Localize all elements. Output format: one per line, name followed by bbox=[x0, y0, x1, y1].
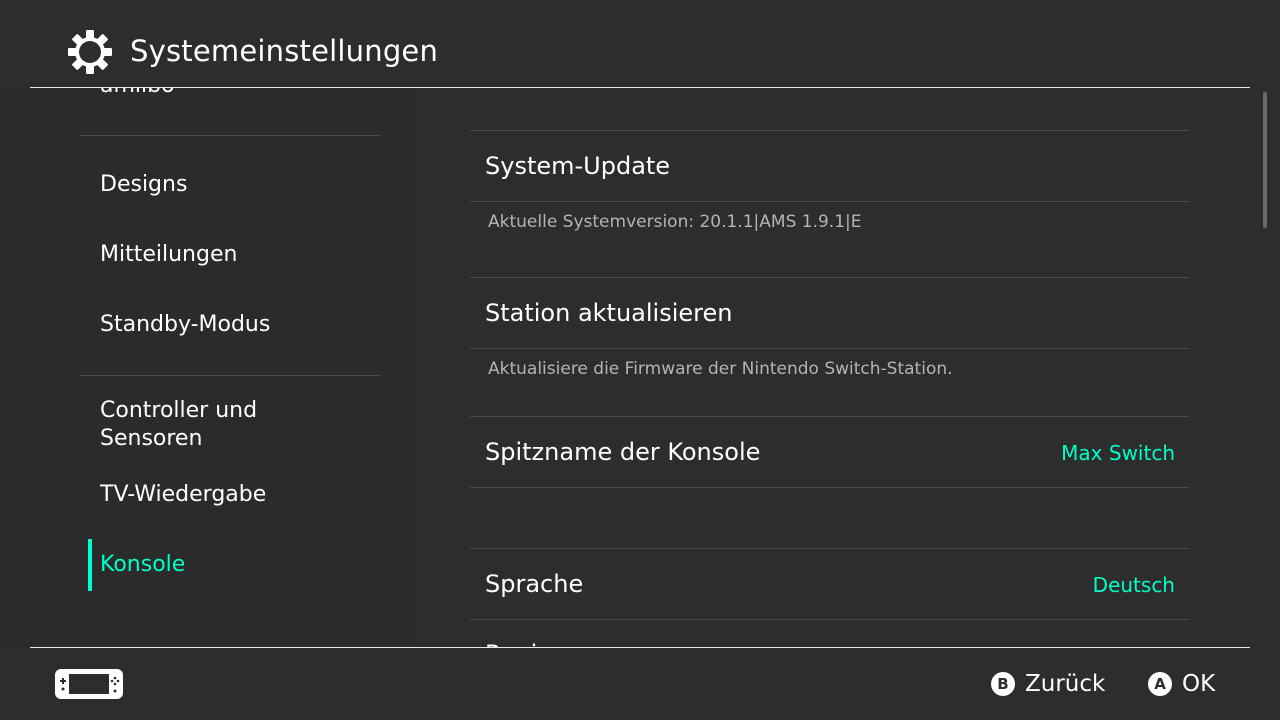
system-version-text: Aktuelle Systemversion: 20.1.1|AMS 1.9.1… bbox=[488, 212, 862, 232]
back-button[interactable]: B Zurück bbox=[991, 670, 1105, 698]
sidebar-item-controller-und-sensoren[interactable]: Controller und Sensoren bbox=[100, 397, 257, 453]
sidebar-divider bbox=[80, 375, 380, 376]
row-divider bbox=[470, 619, 1189, 620]
sidebar: amiibo Designs Mitteilungen Standby-Modu… bbox=[0, 88, 410, 647]
page-title: Systemeinstellungen bbox=[130, 34, 439, 68]
footer: B Zurück A OK bbox=[0, 648, 1280, 720]
a-button-icon: A bbox=[1148, 672, 1172, 696]
console-nickname-value: Max Switch bbox=[1061, 441, 1175, 465]
handheld-console-icon bbox=[55, 669, 123, 699]
row-divider bbox=[470, 130, 1189, 131]
language-value: Deutsch bbox=[1092, 573, 1175, 597]
b-button-icon: B bbox=[991, 672, 1015, 696]
row-system-update[interactable]: System-Update bbox=[485, 151, 670, 181]
row-region[interactable]: Region bbox=[485, 639, 567, 647]
sidebar-item-standby-modus[interactable]: Standby-Modus bbox=[100, 311, 270, 339]
gear-icon bbox=[68, 30, 112, 74]
row-divider bbox=[470, 487, 1189, 488]
row-divider bbox=[470, 548, 1189, 549]
row-divider bbox=[470, 201, 1189, 202]
sidebar-item-konsole[interactable]: Konsole bbox=[100, 551, 185, 579]
row-sprache[interactable]: Sprache bbox=[485, 569, 583, 599]
settings-list: System-Update Aktuelle Systemversion: 20… bbox=[410, 88, 1250, 647]
sidebar-item-mitteilungen[interactable]: Mitteilungen bbox=[100, 241, 237, 269]
row-divider bbox=[470, 277, 1189, 278]
back-label: Zurück bbox=[1025, 671, 1106, 697]
ok-label: OK bbox=[1182, 671, 1216, 697]
sidebar-item-amiibo[interactable]: amiibo bbox=[100, 88, 175, 100]
row-divider bbox=[470, 348, 1189, 349]
sidebar-divider bbox=[80, 135, 380, 136]
ok-button[interactable]: A OK bbox=[1148, 670, 1215, 698]
sidebar-item-tv-wiedergabe[interactable]: TV-Wiedergabe bbox=[100, 481, 266, 509]
station-description-text: Aktualisiere die Firmware der Nintendo S… bbox=[488, 359, 953, 379]
header: Systemeinstellungen bbox=[0, 0, 1280, 88]
scrollbar[interactable] bbox=[1263, 92, 1267, 228]
sidebar-item-designs[interactable]: Designs bbox=[100, 171, 187, 199]
row-console-nickname[interactable]: Spitzname der Konsole bbox=[485, 437, 760, 467]
row-station-aktualisieren[interactable]: Station aktualisieren bbox=[485, 298, 732, 328]
row-divider bbox=[470, 416, 1189, 417]
active-indicator bbox=[88, 539, 92, 591]
